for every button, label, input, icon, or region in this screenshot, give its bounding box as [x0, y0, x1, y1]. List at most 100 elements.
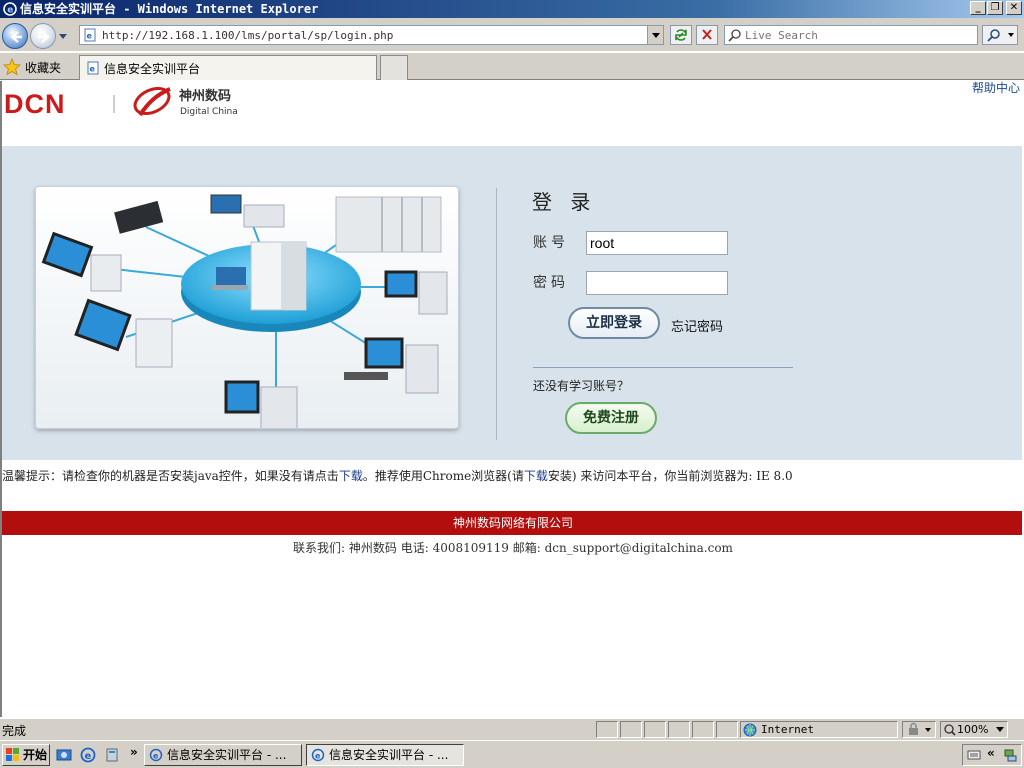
notice-text-1: 温馨提示：请检查你的机器是否安装java控件，如果没有请点击 — [2, 469, 339, 483]
show-desktop-icon[interactable] — [56, 747, 72, 763]
register-button[interactable]: 免费注册 — [565, 402, 657, 434]
taskbar-item-ie-window-1[interactable]: e 信息安全实训平台 - ... — [144, 744, 302, 766]
restore-button[interactable]: ❐ — [987, 1, 1003, 15]
zoom-icon — [944, 724, 956, 736]
horizontal-divider — [533, 367, 793, 368]
url-dropdown-button[interactable] — [647, 26, 663, 44]
page-viewport: DCN 神州数码 Digital China 帮助中心 登 录 账号 root … — [0, 81, 1022, 717]
status-bar: 完成 Internet 100% — [0, 718, 1024, 740]
account-input[interactable] — [586, 231, 728, 255]
company-cn-text: 神州数码 — [179, 88, 231, 104]
refresh-button[interactable] — [670, 25, 692, 45]
status-cell — [620, 721, 642, 738]
notice-text-2: 。推荐使用Chrome浏览器(请 — [362, 469, 524, 483]
network-illustration — [35, 186, 459, 429]
svg-text:e: e — [85, 751, 92, 762]
status-cell — [668, 721, 690, 738]
password-input[interactable] — [586, 271, 728, 295]
page-icon: e — [84, 28, 96, 42]
globe-icon — [743, 723, 757, 737]
minimize-button[interactable]: _ — [970, 1, 986, 15]
status-cell — [716, 721, 738, 738]
window-title: 信息安全实训平台 - Windows Internet Explorer — [20, 2, 319, 16]
network-icon[interactable] — [1003, 748, 1017, 762]
lock-icon — [909, 722, 931, 735]
windows-logo-icon — [6, 748, 19, 761]
svg-text:e: e — [90, 65, 96, 74]
search-input[interactable] — [745, 27, 973, 43]
refresh-icon — [675, 29, 687, 41]
no-account-text: 还没有学习账号？ — [533, 379, 630, 393]
svg-text:e: e — [87, 32, 93, 41]
address-bar[interactable]: e — [79, 25, 664, 45]
protected-mode-button[interactable] — [902, 721, 936, 738]
chevron-down-icon — [996, 727, 1004, 732]
task-label: 信息安全实训平台 - ... — [167, 748, 287, 762]
login-title: 登 录 — [532, 190, 597, 214]
arrow-left-icon — [10, 31, 22, 43]
ie-quicklaunch-icon[interactable]: e — [80, 747, 96, 763]
dcn-digital-china-logo: DCN 神州数码 Digital China — [4, 86, 238, 119]
taskbar: 开始 e » e 信息安全实训平台 - ... e 信息安全实训平台 - ...… — [0, 740, 1024, 768]
stop-button[interactable] — [696, 25, 718, 45]
password-label: 密码 — [533, 275, 569, 291]
taskbar-item-ie-window-2[interactable]: e 信息安全实训平台 - ... — [306, 744, 464, 766]
network-diagram-image — [36, 187, 458, 428]
zone-label: Internet — [761, 723, 814, 736]
ie-logo-icon: e — [311, 748, 325, 762]
account-label: 账号 — [533, 235, 569, 251]
chrome-download-link[interactable]: 下载 — [524, 469, 548, 483]
security-zone[interactable]: Internet — [740, 721, 898, 738]
stop-icon — [702, 29, 712, 40]
help-center-link[interactable]: 帮助中心 — [972, 81, 1020, 96]
start-label: 开始 — [23, 748, 48, 762]
tab-label: 信息安全实训平台 — [104, 61, 201, 76]
browser-notice: 温馨提示：请检查你的机器是否安装java控件，如果没有请点击下载。推荐使用Chr… — [2, 467, 793, 484]
search-icon — [987, 29, 1014, 42]
window-titlebar[interactable]: e 信息安全实训平台 - Windows Internet Explorer _… — [0, 0, 1024, 18]
footer-company-bar: 神州数码网络有限公司 — [2, 511, 1022, 535]
brand-logo: DCN 神州数码 Digital China — [4, 85, 244, 121]
search-icon — [728, 29, 741, 42]
recent-pages-dropdown-icon[interactable] — [58, 31, 68, 41]
keyboard-icon[interactable] — [967, 748, 981, 762]
notice-text-3: 安装) 来访问本平台，你当前浏览器为: IE 8.0 — [547, 469, 793, 483]
address-toolbar: e — [0, 18, 1024, 52]
page-icon: e — [87, 61, 99, 75]
company-en-text: Digital China — [180, 107, 238, 117]
login-section: 登 录 账号 密码 立即登录 忘记密码 还没有学习账号？ 免费注册 — [2, 146, 1022, 460]
zoom-level: 100% — [957, 723, 989, 736]
search-go-button[interactable] — [982, 25, 1018, 45]
star-icon — [3, 58, 21, 76]
login-button[interactable]: 立即登录 — [568, 307, 660, 339]
vertical-divider — [496, 188, 497, 440]
forward-button[interactable] — [30, 23, 56, 49]
ie-logo-icon: e — [3, 2, 17, 16]
dcn-logo-text: DCN — [4, 89, 66, 119]
zoom-control[interactable]: 100% — [940, 721, 1008, 738]
tray-expand-chevron[interactable]: « — [987, 746, 995, 760]
tab-current-page[interactable]: e 信息安全实训平台 — [79, 55, 377, 80]
server-manager-icon[interactable] — [104, 747, 120, 763]
favorites-button[interactable]: 收藏夹 — [3, 57, 61, 77]
new-tab-button[interactable] — [380, 55, 408, 80]
status-cell — [644, 721, 666, 738]
java-download-link[interactable]: 下载 — [339, 469, 363, 483]
favorites-tab-bar: 收藏夹 e 信息安全实训平台 — [0, 53, 1024, 80]
status-cell — [692, 721, 714, 738]
favorites-label: 收藏夹 — [25, 60, 62, 75]
svg-text:e: e — [7, 6, 13, 16]
footer-contact: 联系我们: 神州数码 电话: 4008109119 邮箱: dcn_suppor… — [293, 541, 733, 555]
svg-text:e: e — [315, 752, 321, 761]
back-button[interactable] — [2, 23, 28, 49]
close-window-button[interactable]: ✕ — [1006, 1, 1022, 15]
arrow-right-icon — [38, 31, 50, 43]
task-label: 信息安全实训平台 - ... — [329, 748, 449, 762]
system-tray: « — [962, 744, 1022, 766]
start-button[interactable]: 开始 — [2, 744, 50, 766]
status-text: 完成 — [2, 724, 27, 738]
quicklaunch-chevron[interactable]: » — [130, 745, 138, 759]
search-box[interactable] — [724, 25, 978, 45]
forgot-password-link[interactable]: 忘记密码 — [671, 316, 723, 335]
url-input[interactable] — [102, 27, 642, 43]
